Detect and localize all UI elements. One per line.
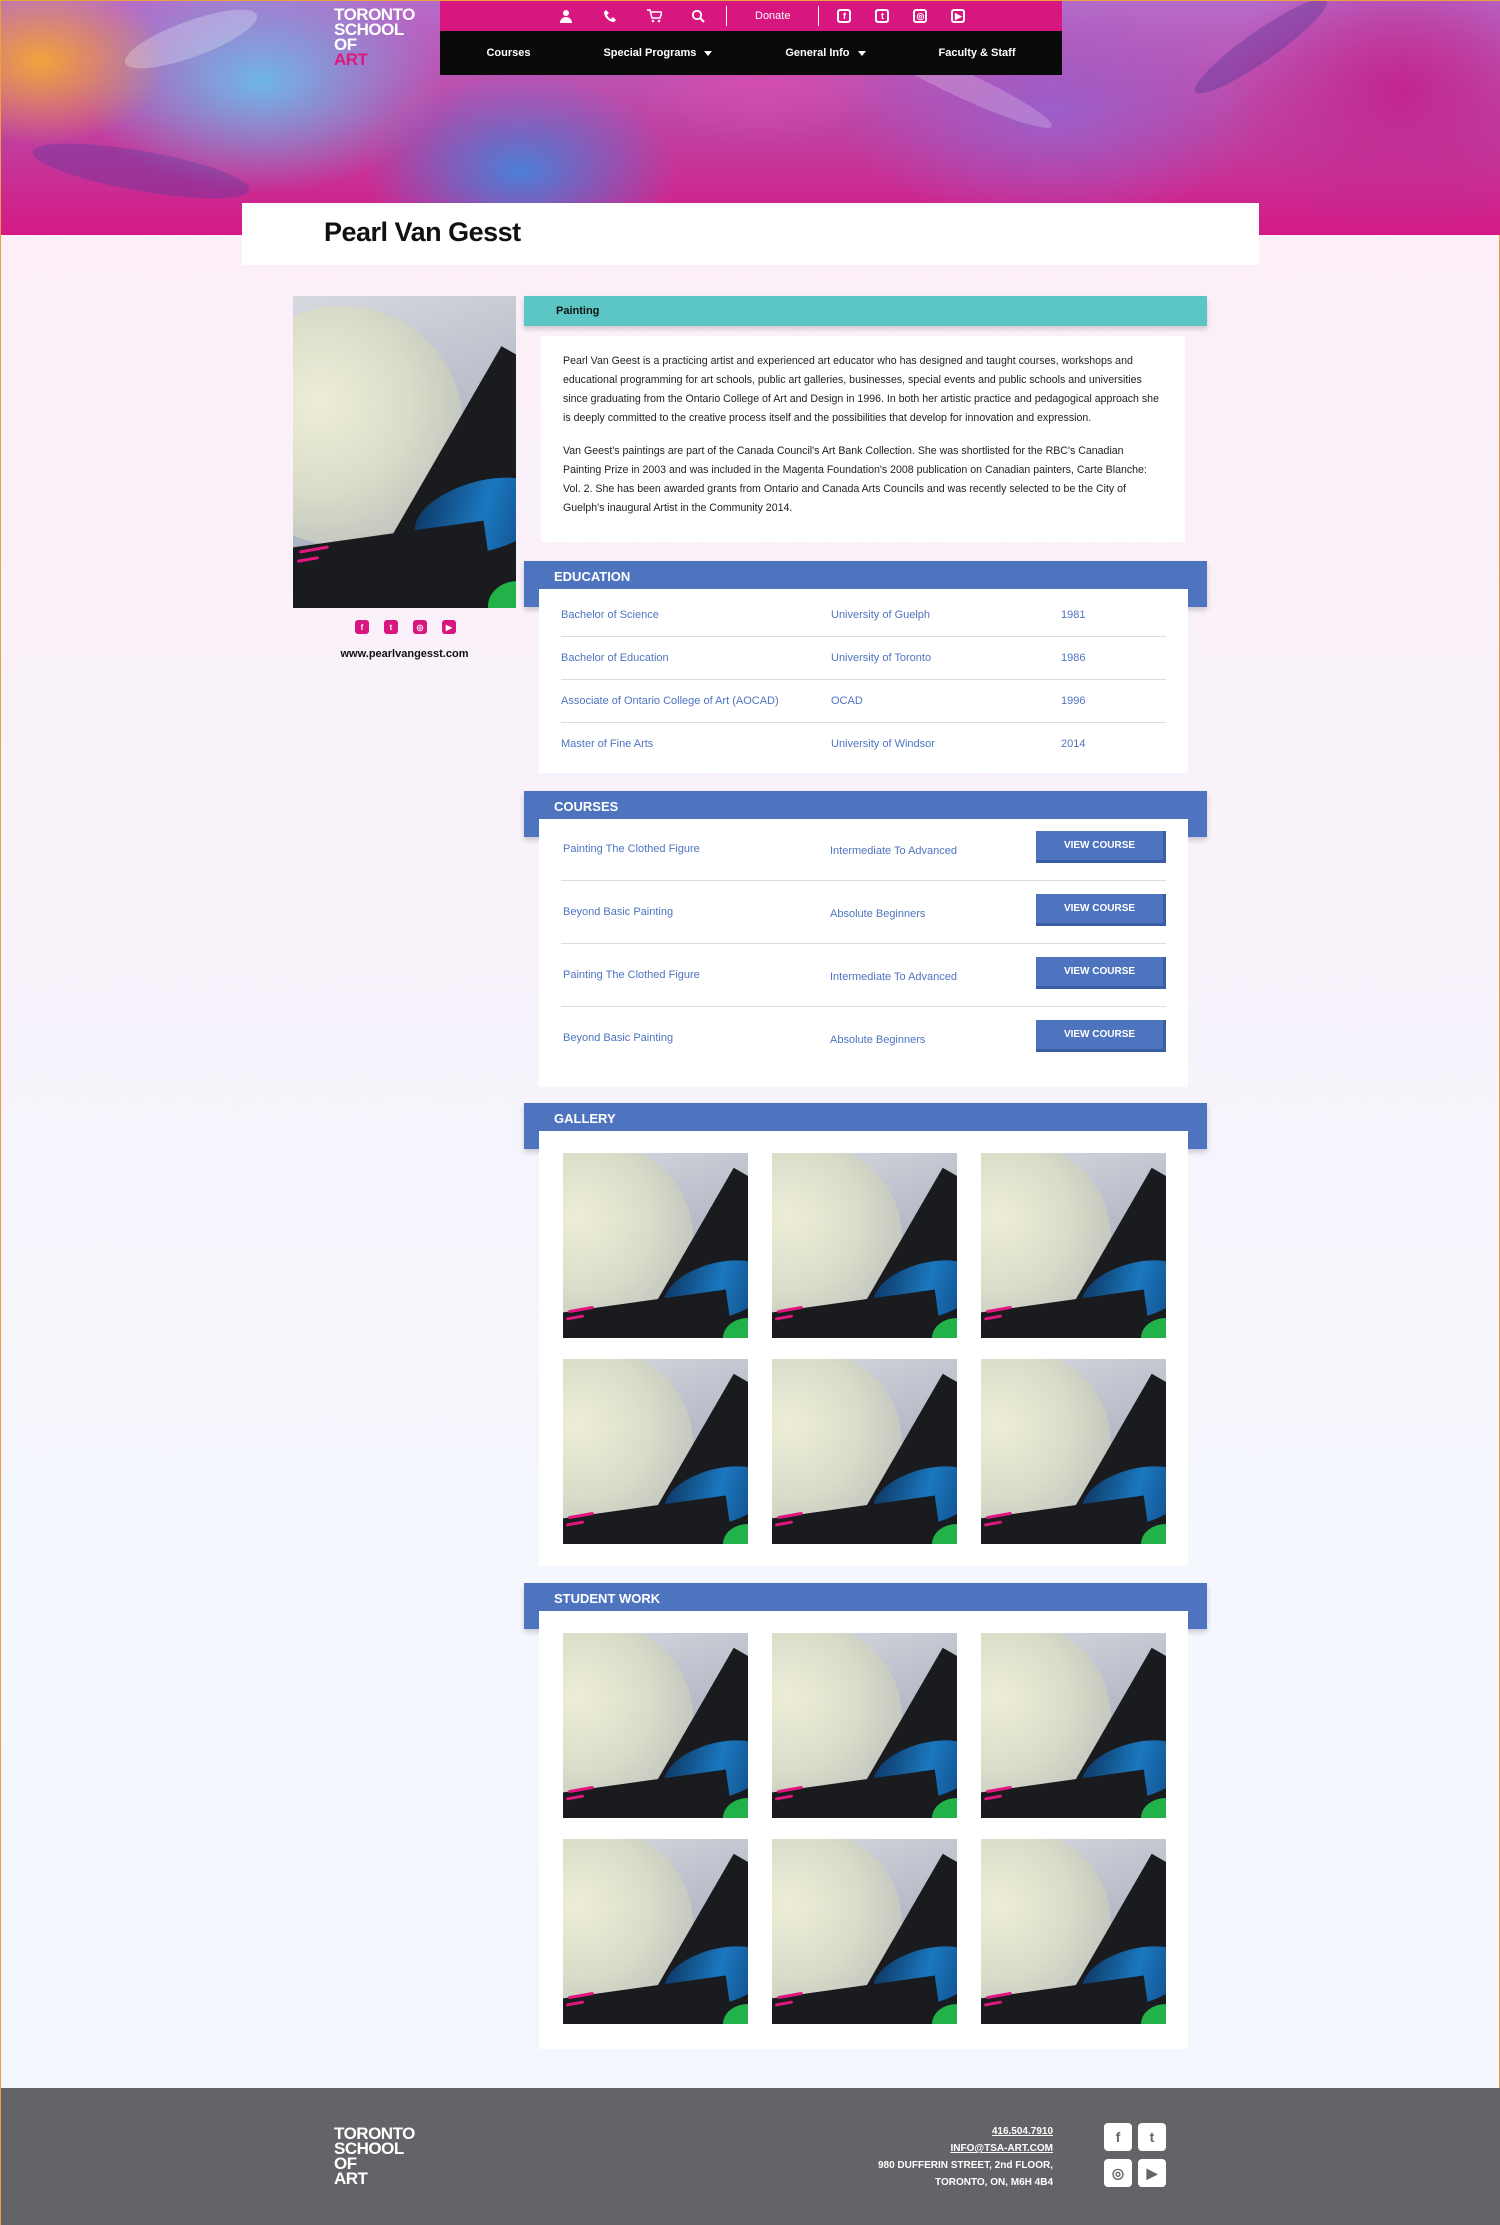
cart-icon[interactable] <box>632 1 676 31</box>
school: University of Windsor <box>831 738 935 750</box>
donate-link[interactable]: Donate <box>733 10 812 22</box>
gallery-thumbnail[interactable] <box>981 1359 1166 1544</box>
gallery-thumbnail[interactable] <box>563 1359 748 1544</box>
bio-paragraph: Pearl Van Geest is a practicing artist a… <box>563 355 1159 424</box>
site-footer <box>1 2088 1500 2225</box>
artist-social-links: f t ◎ ▶ <box>355 620 456 634</box>
course-level: Absolute Beginners <box>830 908 926 920</box>
gallery-thumbnail[interactable] <box>772 1153 957 1338</box>
degree: Associate of Ontario College of Art (AOC… <box>561 695 779 707</box>
section-title: COURSES <box>554 799 619 814</box>
year: 1986 <box>1061 652 1086 664</box>
education-row: Bachelor of Education University of Toro… <box>561 638 1166 680</box>
course-row: Beyond Basic Painting Absolute Beginners… <box>561 892 1166 944</box>
address-line: 980 DUFFERIN STREET, 2nd FLOOR, <box>877 2160 1053 2171</box>
view-course-button[interactable]: VIEW COURSE <box>1036 831 1166 863</box>
degree: Bachelor of Science <box>561 609 659 621</box>
degree: Master of Fine Arts <box>561 738 654 750</box>
school: University of Guelph <box>831 609 931 621</box>
section-title: GALLERY <box>554 1111 616 1126</box>
address-line: TORONTO, ON, M6H 4B4 <box>935 2177 1053 2188</box>
footer-contact: 416.504.7910 INFO@TSA-ART.COM 980 DUFFER… <box>878 2123 1053 2191</box>
divider <box>818 6 820 26</box>
course-title-link[interactable]: Painting The Clothed Figure <box>563 843 700 855</box>
course-level: Intermediate To Advanced <box>830 845 957 857</box>
facebook-icon[interactable]: f <box>837 9 852 23</box>
footer-social-links: f t ◎ ▶ <box>1104 2123 1166 2187</box>
education-panel: Bachelor of Science University of Guelph… <box>539 589 1188 773</box>
instagram-icon[interactable]: ◎ <box>413 620 427 634</box>
page-title: Pearl Van Gesst <box>324 217 521 247</box>
footer-logo[interactable]: TORONTO SCHOOL OF ART <box>334 2125 415 2187</box>
student-work-thumbnail[interactable] <box>772 1839 957 2024</box>
school: University of Toronto <box>831 652 932 664</box>
student-work-thumbnail[interactable] <box>563 1839 748 2024</box>
youtube-icon[interactable]: ▶ <box>442 620 456 634</box>
view-course-button[interactable]: VIEW COURSE <box>1036 1020 1166 1052</box>
bio-paragraph: Van Geest's paintings are part of the Ca… <box>563 445 1147 514</box>
youtube-icon[interactable]: ▶ <box>951 9 966 23</box>
search-icon[interactable] <box>676 1 720 31</box>
phone-icon[interactable] <box>588 1 632 31</box>
title-bar: Pearl Van Gesst <box>242 203 1259 265</box>
chevron-down-icon <box>704 50 713 56</box>
primary-menu: Courses Special Programs General Info Fa… <box>440 31 1062 75</box>
artist-bio: Pearl Van Geest is a practicing artist a… <box>541 336 1185 542</box>
user-icon[interactable] <box>544 1 588 31</box>
student-work-thumbnail[interactable] <box>981 1633 1166 1818</box>
instagram-icon[interactable]: ◎ <box>1104 2159 1132 2187</box>
twitter-icon[interactable]: t <box>384 620 398 634</box>
student-work-thumbnail[interactable] <box>981 1839 1166 2024</box>
facebook-icon[interactable]: f <box>1104 2123 1132 2151</box>
course-level: Intermediate To Advanced <box>830 971 957 983</box>
course-title-link[interactable]: Beyond Basic Painting <box>563 1032 673 1044</box>
course-row: Painting The Clothed Figure Intermediate… <box>561 829 1166 881</box>
nav-general-info[interactable]: General Info <box>785 47 866 59</box>
school: OCAD <box>831 695 863 707</box>
course-title-link[interactable]: Beyond Basic Painting <box>563 906 673 918</box>
divider <box>726 6 727 26</box>
gallery-thumbnail[interactable] <box>563 1153 748 1338</box>
education-row: Master of Fine Arts University of Windso… <box>561 724 1166 766</box>
facebook-icon[interactable]: f <box>355 620 369 634</box>
year: 1981 <box>1061 609 1086 621</box>
section-title: STUDENT WORK <box>554 1591 661 1606</box>
utility-bar: Donate f t ◎ ▶ <box>440 1 1062 31</box>
phone-link[interactable]: 416.504.7910 <box>878 2123 1053 2140</box>
courses-panel: Painting The Clothed Figure Intermediate… <box>539 819 1188 1087</box>
student-work-panel <box>539 1611 1188 2049</box>
chevron-down-icon <box>857 50 866 56</box>
gallery-thumbnail[interactable] <box>772 1359 957 1544</box>
site-logo[interactable]: TORONTO SCHOOL OF ART <box>334 6 415 68</box>
course-level: Absolute Beginners <box>830 1034 926 1046</box>
category-bar: Painting <box>524 296 1207 326</box>
view-course-button[interactable]: VIEW COURSE <box>1036 894 1166 926</box>
gallery-thumbnail[interactable] <box>981 1153 1166 1338</box>
nav-special-programs[interactable]: Special Programs <box>603 47 713 59</box>
student-work-thumbnail[interactable] <box>563 1633 748 1818</box>
artist-portrait-image <box>293 296 516 608</box>
main-navigation: Donate f t ◎ ▶ Courses Special Programs … <box>440 1 1062 75</box>
email-link[interactable]: INFO@TSA-ART.COM <box>878 2140 1053 2157</box>
student-work-thumbnail[interactable] <box>772 1633 957 1818</box>
course-title-link[interactable]: Painting The Clothed Figure <box>563 969 700 981</box>
course-row: Painting The Clothed Figure Intermediate… <box>561 955 1166 1007</box>
section-title: EDUCATION <box>554 569 631 584</box>
course-row: Beyond Basic Painting Absolute Beginners… <box>561 1018 1166 1070</box>
education-row: Associate of Ontario College of Art (AOC… <box>561 681 1166 723</box>
twitter-icon[interactable]: t <box>875 9 890 23</box>
view-course-button[interactable]: VIEW COURSE <box>1036 957 1166 989</box>
degree: Bachelor of Education <box>561 652 669 664</box>
nav-courses[interactable]: Courses <box>486 47 530 59</box>
twitter-icon[interactable]: t <box>1138 2123 1166 2151</box>
year: 2014 <box>1061 738 1086 750</box>
gallery-panel <box>539 1131 1188 1566</box>
youtube-icon[interactable]: ▶ <box>1138 2159 1166 2187</box>
year: 1996 <box>1061 695 1086 707</box>
category-label: Painting <box>556 305 600 317</box>
artist-website-link[interactable]: www.pearlvangesst.com <box>293 648 516 660</box>
education-row: Bachelor of Science University of Guelph… <box>561 595 1166 637</box>
nav-faculty-staff[interactable]: Faculty & Staff <box>938 47 1015 59</box>
instagram-icon[interactable]: ◎ <box>913 9 928 23</box>
